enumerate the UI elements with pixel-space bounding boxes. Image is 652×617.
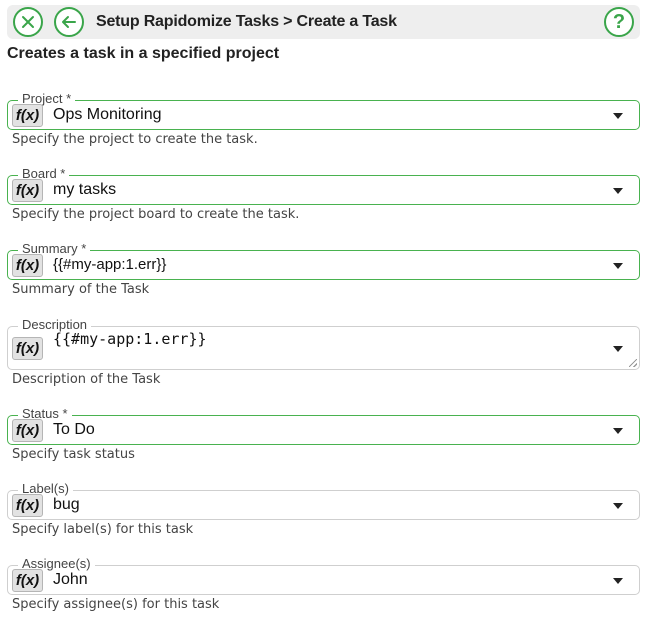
status-help: Specify task status [12,447,135,462]
board-select[interactable]: Board * f(x) my tasks [7,166,640,205]
status-field: Status * f(x) To Do Specify task status [7,406,640,462]
description-help: Description of the Task [12,372,161,387]
chevron-down-icon[interactable] [613,113,623,119]
fx-button[interactable]: f(x) [12,569,43,592]
assignees-select[interactable]: Assignee(s) f(x) John [7,556,640,595]
fx-button[interactable]: f(x) [12,179,43,202]
question-icon: ? [612,11,626,33]
assignees-field: Assignee(s) f(x) John Specify assignee(s… [7,556,640,612]
board-field: Board * f(x) my tasks Specify the projec… [7,166,640,222]
labels-help: Specify label(s) for this task [12,522,194,537]
help-button[interactable]: ? [604,7,634,37]
arrow-left-icon [62,16,76,28]
project-field: Project * f(x) Ops Monitoring Specify th… [7,91,640,147]
chevron-down-icon[interactable] [613,263,623,269]
assignees-help: Specify assignee(s) for this task [12,597,220,612]
status-select[interactable]: Status * f(x) To Do [7,406,640,445]
page-title: Setup Rapidomize Tasks > Create a Task [96,13,397,30]
status-value: To Do [53,421,95,438]
close-button[interactable] [13,7,43,37]
summary-help: Summary of the Task [12,282,150,297]
page-subtitle: Creates a task in a specified project [7,45,280,62]
summary-field: Summary * f(x) {{#my-app:1.err}} Summary… [7,241,640,297]
fx-button[interactable]: f(x) [12,419,43,442]
project-value: Ops Monitoring [53,106,162,123]
back-button[interactable] [54,7,84,37]
labels-select[interactable]: Label(s) f(x) bug [7,481,640,520]
summary-value: {{#my-app:1.err}} [53,256,167,273]
chevron-down-icon[interactable] [613,578,623,584]
labels-value: bug [53,496,80,513]
fx-button[interactable]: f(x) [12,104,43,127]
fx-button[interactable]: f(x) [12,254,43,277]
project-help: Specify the project to create the task. [12,132,258,147]
board-value: my tasks [53,181,117,198]
fx-button[interactable]: f(x) [12,494,43,517]
labels-field: Label(s) f(x) bug Specify label(s) for t… [7,481,640,537]
assignees-value: John [53,571,88,588]
chevron-down-icon[interactable] [613,346,623,352]
description-value: {{#my-app:1.err}} [53,330,207,348]
chevron-down-icon[interactable] [613,428,623,434]
summary-input[interactable]: Summary * f(x) {{#my-app:1.err}} [7,241,640,280]
resize-handle-icon[interactable] [629,359,637,367]
header-bar: Setup Rapidomize Tasks > Create a Task ? [7,5,640,39]
description-textarea[interactable]: Description f(x) {{#my-app:1.err}} [7,317,640,370]
chevron-down-icon[interactable] [613,188,623,194]
description-field: Description f(x) {{#my-app:1.err}} Descr… [7,317,640,387]
project-select[interactable]: Project * f(x) Ops Monitoring [7,91,640,130]
fx-button[interactable]: f(x) [12,337,43,360]
chevron-down-icon[interactable] [613,503,623,509]
close-icon [22,16,34,28]
board-help: Specify the project board to create the … [12,207,300,222]
